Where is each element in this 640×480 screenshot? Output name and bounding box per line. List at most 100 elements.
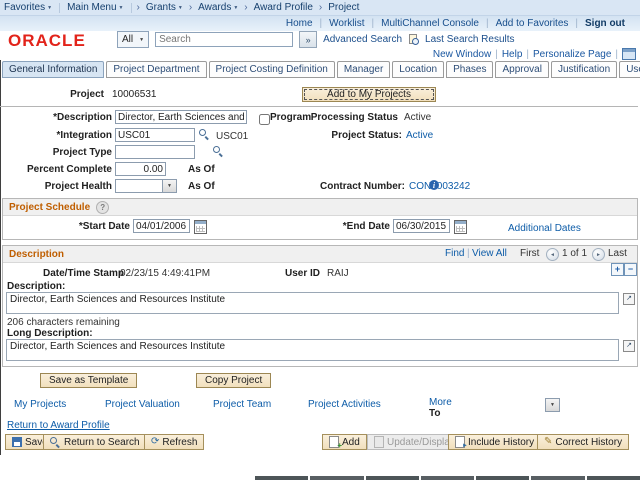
help-icon[interactable]: ? xyxy=(96,201,109,214)
project-health-as-of-label: As Of xyxy=(188,181,215,192)
description-textarea[interactable]: Director, Earth Sciences and Resources I… xyxy=(6,292,619,314)
long-description-textarea[interactable]: Director, Earth Sciences and Resources I… xyxy=(6,339,619,361)
tab-approval[interactable]: Approval xyxy=(495,61,548,78)
project-schedule-title: Project Schedule xyxy=(9,202,90,213)
next-row-icon[interactable]: ► xyxy=(592,248,605,261)
dropdown-arrow-icon: ▼ xyxy=(545,399,559,411)
tab-user-fields[interactable]: User Fields xyxy=(619,61,640,78)
add-to-favorites-link[interactable]: Add to Favorites xyxy=(496,18,569,29)
view-all-link[interactable]: View All xyxy=(472,248,507,259)
end-date-field[interactable] xyxy=(393,219,450,233)
delete-row-button[interactable]: − xyxy=(624,263,637,276)
breadcrumb-separator-icon: › xyxy=(319,2,322,13)
add-row-button[interactable]: + xyxy=(611,263,624,276)
breadcrumb-item-grants[interactable]: Grants▼ xyxy=(146,2,183,13)
expand-icon[interactable]: ↗ xyxy=(623,340,635,352)
breadcrumb-separator-icon: › xyxy=(244,2,247,13)
return-to-search-icon xyxy=(50,437,61,448)
integration-lookup-icon[interactable] xyxy=(199,129,210,140)
new-window-icon[interactable] xyxy=(622,48,636,60)
breadcrumb-item-project[interactable]: Project xyxy=(328,2,359,13)
percent-complete-as-of-label: As Of xyxy=(188,164,215,175)
search-go-button[interactable]: » xyxy=(299,31,317,48)
worklist-link[interactable]: Worklist xyxy=(329,18,364,29)
more-dropdown[interactable]: ▼ xyxy=(545,398,560,412)
add-button[interactable]: +Add xyxy=(322,434,367,450)
project-team-link[interactable]: Project Team xyxy=(213,399,271,410)
project-health-select[interactable]: ▼ xyxy=(115,179,177,193)
advanced-search-link[interactable]: Advanced Search xyxy=(323,34,402,45)
search-input[interactable] xyxy=(155,32,293,47)
update-display-icon xyxy=(374,436,384,448)
separator: | xyxy=(495,49,498,60)
contract-number-link[interactable]: CON0003242 xyxy=(409,181,470,192)
dropdown-arrow-icon: ▼ xyxy=(47,5,52,11)
integration-field[interactable] xyxy=(115,128,195,142)
chars-remaining-text: 206 characters remaining xyxy=(7,317,120,328)
refresh-button[interactable]: ⟳Refresh xyxy=(144,434,204,450)
tab-project-department[interactable]: Project Department xyxy=(106,61,206,78)
processing-status-label: Processing Status xyxy=(280,112,398,123)
return-to-award-profile-link[interactable]: Return to Award Profile xyxy=(7,420,110,431)
separator: | xyxy=(372,18,375,29)
project-health-label: Project Health xyxy=(0,181,112,192)
user-id-label: User ID xyxy=(285,268,320,279)
processing-status-value: Active xyxy=(404,112,431,123)
project-type-lookup-icon[interactable] xyxy=(213,146,224,157)
tab-phases[interactable]: Phases xyxy=(446,61,493,78)
datetime-stamp-label: Date/Time Stamp xyxy=(43,268,124,279)
oracle-logo: ORACLE xyxy=(8,31,86,51)
tab-manager[interactable]: Manager xyxy=(337,61,390,78)
first-label: First xyxy=(520,248,539,259)
sign-out-link[interactable]: Sign out xyxy=(585,18,625,29)
main-menu[interactable]: Main Menu▼ xyxy=(67,2,123,13)
multichannel-console-link[interactable]: MultiChannel Console xyxy=(381,18,479,29)
start-date-label: *Start Date xyxy=(30,221,130,232)
previous-row-icon[interactable]: ◄ xyxy=(546,248,559,261)
my-projects-link[interactable]: My Projects xyxy=(14,399,66,410)
contract-info-icon[interactable]: i xyxy=(429,180,439,190)
breadcrumb-item-awards[interactable]: Awards▼ xyxy=(198,2,238,13)
project-activities-link[interactable]: Project Activities xyxy=(308,399,381,410)
new-window-link[interactable]: New Window xyxy=(433,49,491,60)
description-field[interactable] xyxy=(115,110,247,124)
tab-general-information[interactable]: General Information xyxy=(2,61,104,78)
personalize-page-link[interactable]: Personalize Page xyxy=(533,49,611,60)
copy-project-button[interactable]: Copy Project xyxy=(196,373,271,388)
find-link[interactable]: Find xyxy=(445,248,464,259)
project-label: Project xyxy=(0,89,104,100)
percent-complete-field[interactable] xyxy=(115,162,166,176)
last-search-results-link[interactable]: Last Search Results xyxy=(425,34,515,45)
breadcrumb-item-award-profile[interactable]: Award Profile xyxy=(254,2,313,13)
tab-project-costing-definition[interactable]: Project Costing Definition xyxy=(209,61,335,78)
integration-field-label: *Integration xyxy=(0,130,112,141)
add-to-my-projects-button[interactable]: Add to My Projects xyxy=(302,87,436,102)
project-status-value-link[interactable]: Active xyxy=(406,130,433,141)
divider xyxy=(0,106,638,107)
header-links-bar: Home| Worklist| MultiChannel Console| Ad… xyxy=(0,16,640,31)
end-date-calendar-icon[interactable] xyxy=(454,220,467,234)
more-link[interactable]: More xyxy=(429,397,452,408)
contract-number-label: Contract Number: xyxy=(280,181,405,192)
start-date-calendar-icon[interactable] xyxy=(194,220,207,234)
help-link[interactable]: Help xyxy=(502,49,523,60)
program-checkbox[interactable] xyxy=(259,114,270,125)
expand-icon[interactable]: ↗ xyxy=(623,293,635,305)
favorites-menu[interactable]: Favorites▼ xyxy=(4,2,52,13)
additional-dates-link[interactable]: Additional Dates xyxy=(508,223,581,234)
dropdown-arrow-icon: ▼ xyxy=(139,37,144,43)
include-history-button[interactable]: ►Include History xyxy=(448,434,541,450)
search-scope-select[interactable]: All▼ xyxy=(117,31,149,48)
correct-history-icon: ✎ xyxy=(544,437,552,447)
project-valuation-link[interactable]: Project Valuation xyxy=(105,399,180,410)
tab-justification[interactable]: Justification xyxy=(551,61,617,78)
project-type-field[interactable] xyxy=(115,145,195,159)
save-as-template-button[interactable]: Save as Template xyxy=(40,373,137,388)
start-date-field[interactable] xyxy=(133,219,190,233)
correct-history-button[interactable]: ✎Correct History xyxy=(537,434,629,450)
add-icon: + xyxy=(329,436,339,448)
description-field-label: *Description xyxy=(0,112,112,123)
return-to-search-button[interactable]: Return to Search xyxy=(43,434,147,450)
home-link[interactable]: Home xyxy=(286,18,313,29)
tab-location[interactable]: Location xyxy=(392,61,444,78)
